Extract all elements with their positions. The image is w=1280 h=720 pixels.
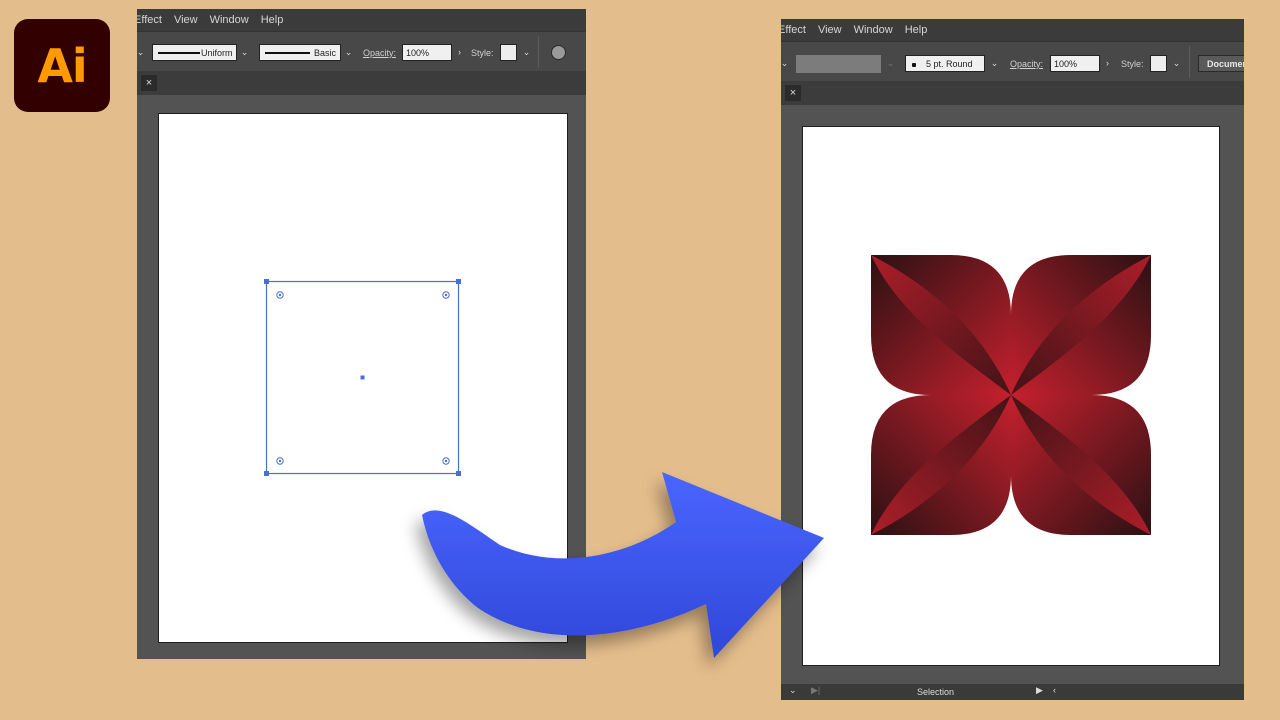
menu-view[interactable]: View (174, 14, 198, 26)
control-bar: ⌄ ⌄ 5 pt. Round ⌄ Opacity: 100% › Style:… (781, 41, 1244, 82)
menu-effect[interactable]: Effect (137, 14, 162, 26)
brush-definition-dropdown[interactable]: Basic (259, 44, 341, 61)
style-swatch[interactable] (1150, 55, 1167, 72)
profile-label: Uniform (201, 48, 233, 58)
menu-help[interactable]: Help (905, 24, 928, 36)
artboard[interactable] (803, 127, 1219, 665)
menu-view[interactable]: View (818, 24, 842, 36)
close-icon[interactable]: × (141, 75, 157, 91)
first-artboard-icon[interactable]: ▶| (811, 685, 820, 696)
menu-effect[interactable]: Effect (781, 24, 806, 36)
menu-window[interactable]: Window (854, 24, 893, 36)
stroke-line-icon (158, 52, 200, 54)
toolbar-separator (1189, 46, 1190, 78)
toolbar-separator (538, 36, 539, 68)
stroke-weight-field-disabled (796, 55, 881, 73)
play-icon[interactable]: ▶ (1036, 685, 1043, 696)
menu-window[interactable]: Window (210, 14, 249, 26)
variable-width-profile-dropdown[interactable]: Uniform (152, 44, 237, 61)
chevron-down-icon[interactable]: ⌄ (342, 44, 355, 61)
control-bar: ⌄ Uniform ⌄ Basic ⌄ Opacity: 100% › Styl… (137, 31, 586, 72)
recolor-artwork-icon[interactable] (551, 45, 566, 60)
chevron-down-icon[interactable]: ⌄ (137, 44, 147, 61)
chevron-down-icon[interactable]: ⌄ (238, 44, 251, 61)
document-tab-bar: × (781, 81, 1244, 105)
chevron-down-icon[interactable]: ⌄ (789, 685, 797, 696)
petal-bottom-left[interactable] (871, 395, 1011, 535)
artboard[interactable] (159, 114, 567, 642)
document-setup-button[interactable]: Documen (1198, 55, 1244, 72)
petal-top-right[interactable] (1011, 255, 1151, 395)
document-tab-bar: × (137, 71, 586, 95)
illustrator-window-before: Effect View Window Help ⌄ Uniform ⌄ Basi… (137, 9, 586, 659)
style-swatch[interactable] (500, 44, 517, 61)
chevron-left-icon[interactable]: ‹ (1053, 685, 1056, 695)
illustrator-window-after: Effect View Window Help ⌄ ⌄ 5 pt. Round … (781, 19, 1244, 700)
petal-bottom-right[interactable] (1011, 395, 1151, 535)
brush-definition-dropdown[interactable]: 5 pt. Round (905, 55, 985, 72)
anchor-point[interactable] (264, 471, 269, 476)
illustrator-logo: Ai (14, 19, 110, 112)
petal-top-left[interactable] (871, 255, 1011, 395)
chevron-down-icon[interactable]: ⌄ (988, 55, 1001, 72)
chevron-down-icon: ⌄ (886, 58, 895, 68)
anchor-point[interactable] (456, 471, 461, 476)
center-point (360, 375, 365, 380)
chevron-right-icon[interactable]: › (453, 44, 466, 61)
current-tool-label: Selection (917, 687, 955, 697)
opacity-input[interactable]: 100% (1050, 55, 1100, 72)
anchor-point[interactable] (456, 279, 461, 284)
brush-label: 5 pt. Round (926, 59, 973, 69)
canvas-art (264, 279, 461, 476)
style-label: Style: (1121, 59, 1144, 69)
canvas-art (871, 255, 1151, 535)
opacity-label[interactable]: Opacity: (363, 48, 396, 58)
chevron-right-icon[interactable]: › (1101, 55, 1114, 72)
logo-text: Ai (37, 38, 87, 93)
anchor-point[interactable] (264, 279, 269, 284)
brush-label: Basic (314, 48, 337, 58)
menu-bar: Effect View Window Help (137, 9, 586, 31)
brush-line-icon (265, 52, 310, 54)
chevron-down-icon[interactable]: ⌄ (520, 44, 533, 61)
style-label: Style: (471, 48, 494, 58)
menu-bar: Effect View Window Help (781, 19, 1244, 41)
menu-help[interactable]: Help (261, 14, 284, 26)
status-bar: ⌄ ▶| Selection ▶ ‹ (781, 684, 1244, 700)
opacity-input[interactable]: 100% (402, 44, 452, 61)
opacity-label[interactable]: Opacity: (1010, 59, 1043, 69)
round-brush-icon (912, 63, 916, 67)
chevron-down-icon[interactable]: ⌄ (781, 55, 791, 72)
chevron-down-icon[interactable]: ⌄ (1170, 55, 1183, 72)
close-icon[interactable]: × (785, 85, 801, 101)
